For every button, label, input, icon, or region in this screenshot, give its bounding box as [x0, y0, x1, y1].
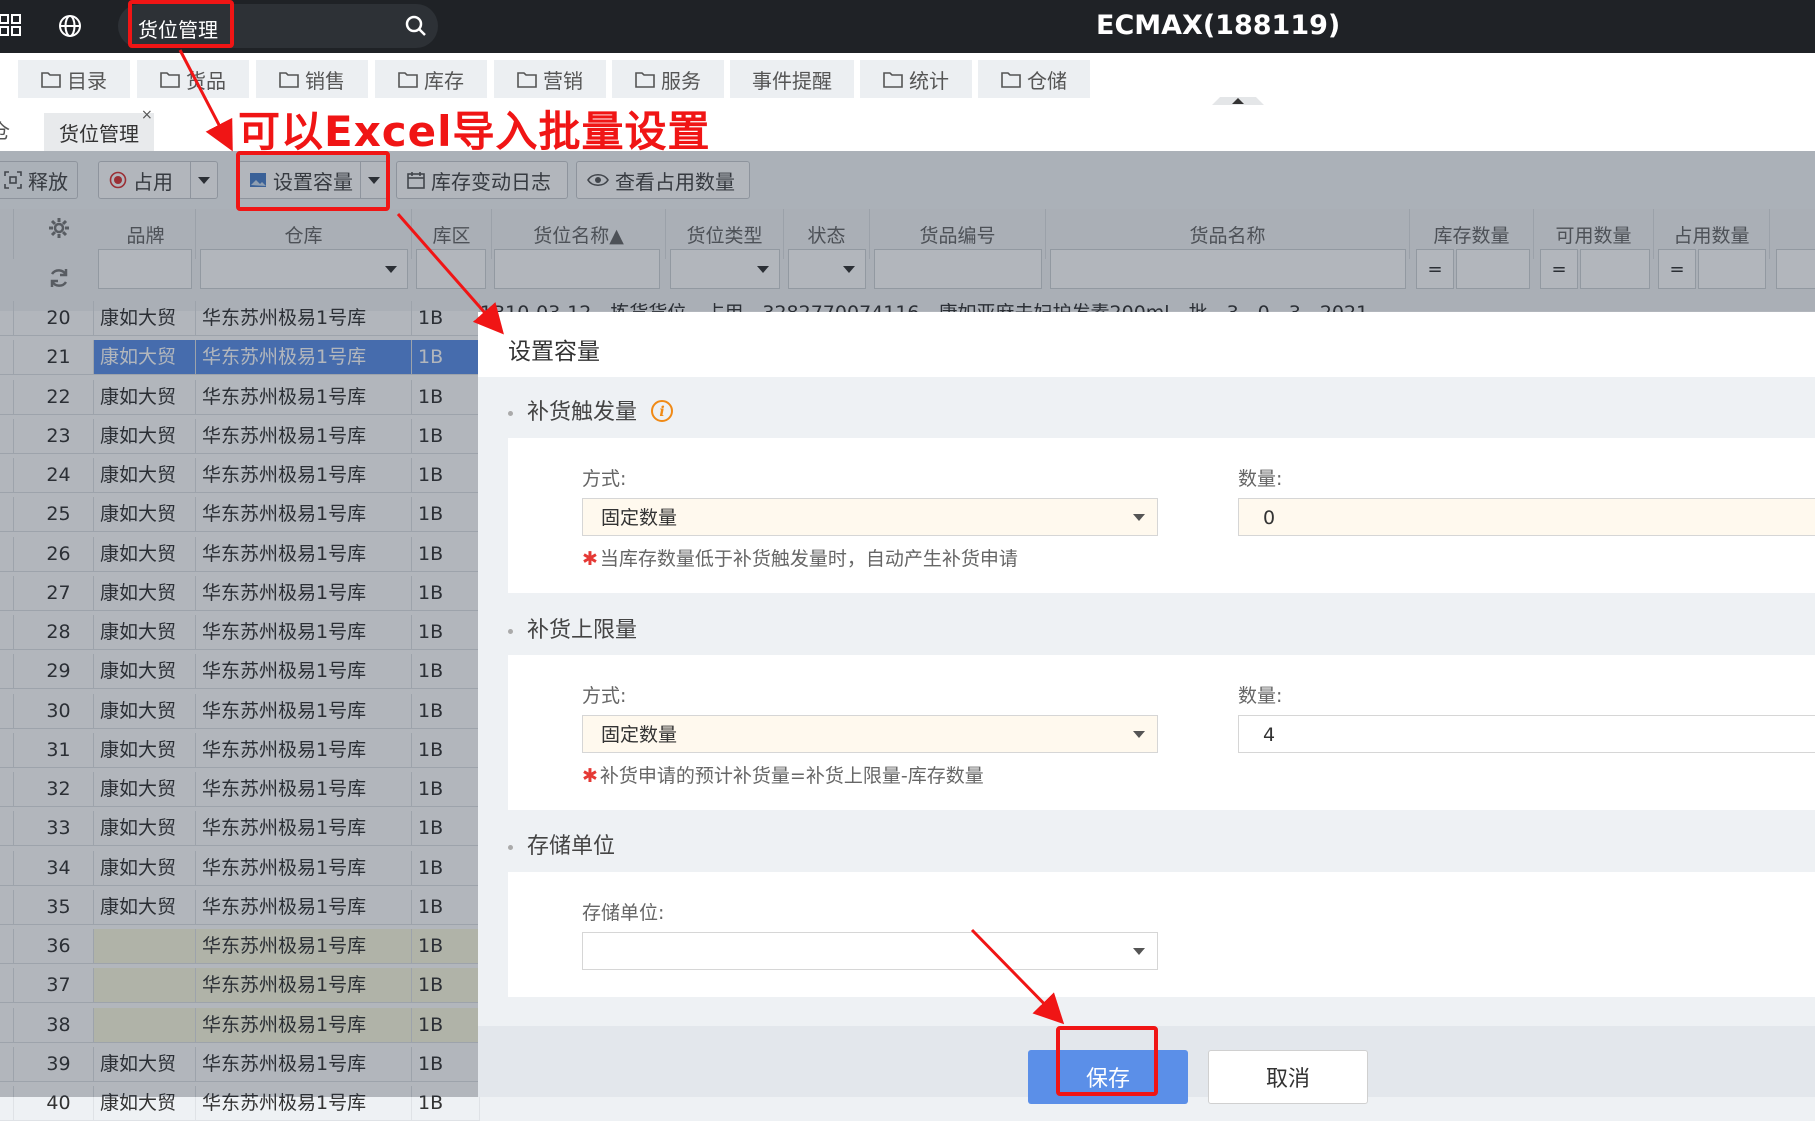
arrow-search-to-toolbar	[178, 49, 233, 152]
arrow-to-dialog	[396, 213, 504, 335]
annotation-arrows	[178, 49, 1065, 1025]
arrow-to-save	[970, 928, 1065, 1025]
